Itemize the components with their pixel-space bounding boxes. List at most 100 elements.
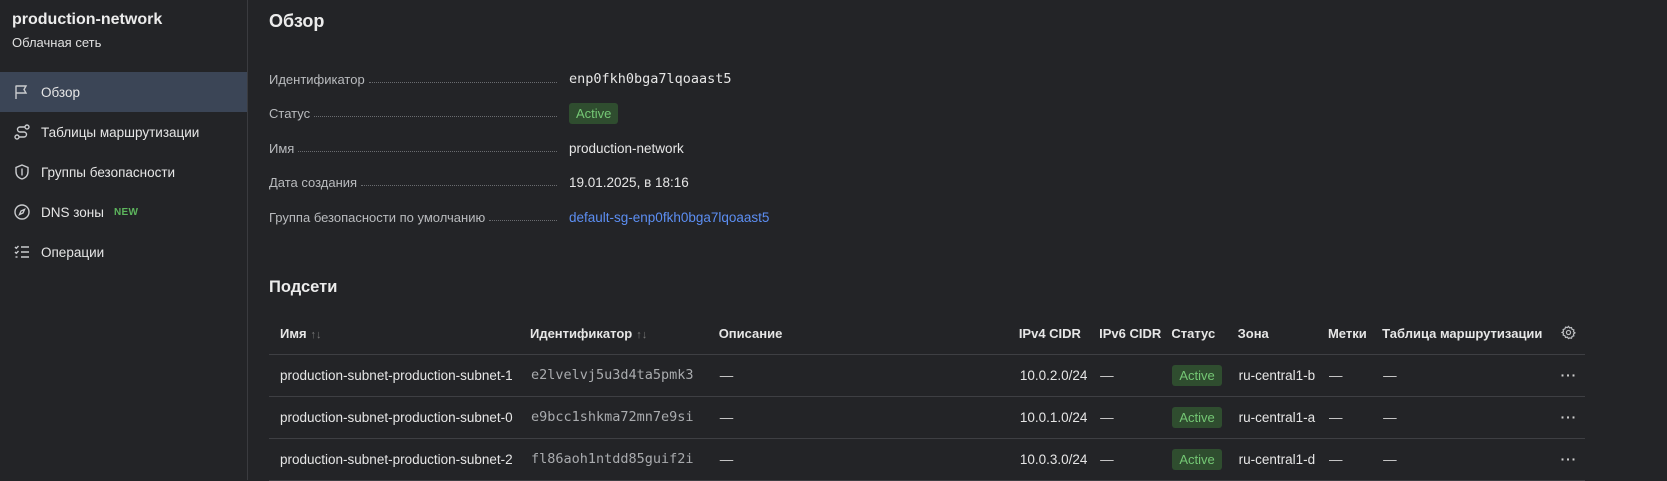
subnet-ipv4: 10.0.3.0/24 (1018, 438, 1100, 481)
subnet-ipv6: — (1099, 354, 1172, 397)
column-header-zone: Зона (1237, 313, 1328, 355)
sidebar-header: production-network Облачная сеть (0, 0, 247, 62)
leader-dots (361, 184, 557, 187)
subnet-zone: ru-central1-d (1237, 438, 1328, 481)
status-badge: Active (569, 103, 619, 125)
subnet-description: — (718, 438, 1019, 481)
main-content: Обзор Идентификатор enp0fkh0bga7lqoaast5… (248, 0, 1667, 481)
network-id-value[interactable]: enp0fkh0bga7lqoaast5 (569, 71, 732, 87)
flag-icon (13, 83, 31, 101)
sidebar-item-label: Группы безопасности (41, 164, 176, 180)
sidebar-nav: Обзор Таблицы маршрутизации Группы безоп… (0, 72, 247, 272)
subnet-zone: ru-central1-a (1237, 396, 1328, 439)
status-badge: Active (1172, 448, 1222, 470)
shield-icon (13, 163, 31, 181)
new-badge: NEW (113, 206, 139, 218)
property-label: Статус (269, 106, 569, 121)
subnet-route-table: — (1382, 438, 1553, 481)
subnet-id: fl86aoh1ntdd85guif2i (529, 438, 719, 481)
table-row[interactable]: production-subnet-production-subnet-2 fl… (269, 438, 1585, 481)
subnet-name[interactable]: production-subnet-production-subnet-1 (269, 354, 530, 397)
sidebar-item-label: DNS зоны (41, 204, 104, 220)
table-settings-button[interactable] (1552, 313, 1585, 355)
security-group-link[interactable]: default-sg-enp0fkh0bga7lqoaast5 (569, 210, 769, 225)
column-header-name[interactable]: Имя ↑↓ (269, 313, 530, 355)
sort-icon[interactable]: ↑↓ (311, 329, 322, 341)
page-title: Обзор (269, 11, 325, 31)
status-badge: Active (1172, 364, 1222, 386)
status-value: Active (569, 103, 619, 125)
column-header-description: Описание (718, 313, 1019, 355)
app: production-network Облачная сеть Обзор Т… (0, 0, 1667, 481)
more-icon[interactable]: ··· (1561, 452, 1578, 467)
name-value: production-network (569, 140, 684, 156)
property-status: Статус Active (269, 97, 1667, 132)
property-name: Имя production-network (269, 131, 1667, 166)
column-label: Идентификатор (529, 326, 633, 341)
column-label: Имя (280, 326, 307, 341)
id-label: Идентификатор (269, 71, 365, 87)
gear-icon[interactable] (1561, 324, 1577, 340)
subnet-route-table: — (1382, 396, 1553, 439)
column-header-ipv4: IPv4 CIDR (1018, 313, 1100, 355)
subnet-route-table: — (1382, 354, 1553, 397)
sidebar-item-label: Обзор (41, 84, 80, 100)
security-group-label: Группа безопасности по умолчанию (269, 209, 486, 225)
property-label: Идентификатор (269, 72, 569, 87)
sidebar-item-security-groups[interactable]: Группы безопасности (0, 152, 247, 192)
subnet-labels: — (1327, 438, 1383, 481)
subnet-labels: — (1327, 354, 1383, 397)
sidebar: production-network Облачная сеть Обзор Т… (0, 0, 248, 480)
more-icon[interactable]: ··· (1561, 368, 1578, 383)
more-icon[interactable]: ··· (1561, 410, 1578, 425)
compass-icon (13, 203, 31, 221)
leader-dots (314, 115, 557, 118)
subnets-table: Имя ↑↓ Идентификатор ↑↓ Описание IPv4 CIDR… (269, 313, 1585, 481)
property-created: Дата создания 19.01.2025, в 18:16 (269, 166, 1667, 201)
row-actions-button[interactable]: ··· (1552, 396, 1585, 439)
sidebar-item-label: Таблицы маршрутизации (41, 124, 200, 140)
table-row[interactable]: production-subnet-production-subnet-0 e9… (269, 396, 1585, 439)
subnet-ipv6: — (1099, 396, 1172, 439)
status-label: Статус (269, 106, 311, 122)
leader-dots (298, 150, 557, 152)
network-subtitle: Облачная сеть (12, 35, 102, 50)
subnet-id: e2lvelvj5u3d4ta5pmk3 (529, 354, 719, 397)
property-id: Идентификатор enp0fkh0bga7lqoaast5 (269, 62, 1667, 97)
subnet-labels: — (1327, 396, 1383, 439)
subnet-zone: ru-central1-b (1237, 354, 1328, 397)
name-label: Имя (269, 140, 295, 156)
subnet-status: Active (1171, 354, 1238, 397)
subnet-description: — (718, 396, 1019, 439)
subnets-title: Подсети (269, 277, 338, 296)
subnet-name[interactable]: production-subnet-production-subnet-2 (269, 438, 530, 481)
created-value: 19.01.2025, в 18:16 (569, 175, 689, 191)
table-row[interactable]: production-subnet-production-subnet-1 e2… (269, 354, 1585, 397)
sort-icon[interactable]: ↑↓ (636, 329, 647, 341)
property-security-group: Группа безопасности по умолчанию default… (269, 200, 1667, 235)
subnet-description: — (718, 354, 1019, 397)
row-actions-button[interactable]: ··· (1552, 438, 1585, 481)
subnet-status: Active (1171, 438, 1238, 481)
created-label: Дата создания (269, 175, 358, 191)
subnet-name[interactable]: production-subnet-production-subnet-0 (269, 396, 530, 439)
sidebar-item-operations[interactable]: Операции (0, 232, 247, 272)
list-check-icon (13, 243, 31, 261)
subnet-id: e9bcc1shkma72mn7e9si (529, 396, 719, 439)
subnet-ipv4: 10.0.2.0/24 (1018, 354, 1100, 397)
column-header-ipv6: IPv6 CIDR (1099, 313, 1172, 355)
column-header-id[interactable]: Идентификатор ↑↓ (529, 313, 719, 355)
subnet-ipv4: 10.0.1.0/24 (1018, 396, 1100, 439)
property-label: Имя (269, 141, 569, 156)
subnet-status: Active (1171, 396, 1238, 439)
sidebar-item-route-tables[interactable]: Таблицы маршрутизации (0, 112, 247, 152)
sidebar-item-dns-zones[interactable]: DNS зоны NEW (0, 192, 247, 232)
network-title: production-network (12, 11, 163, 28)
column-header-route-table: Таблица маршрутизации (1382, 313, 1553, 355)
row-actions-button[interactable]: ··· (1552, 354, 1585, 397)
status-badge: Active (1172, 406, 1222, 428)
leader-dots (489, 219, 557, 221)
leader-dots (368, 81, 557, 83)
subnet-ipv6: — (1099, 438, 1172, 481)
sidebar-item-overview[interactable]: Обзор (0, 72, 247, 112)
